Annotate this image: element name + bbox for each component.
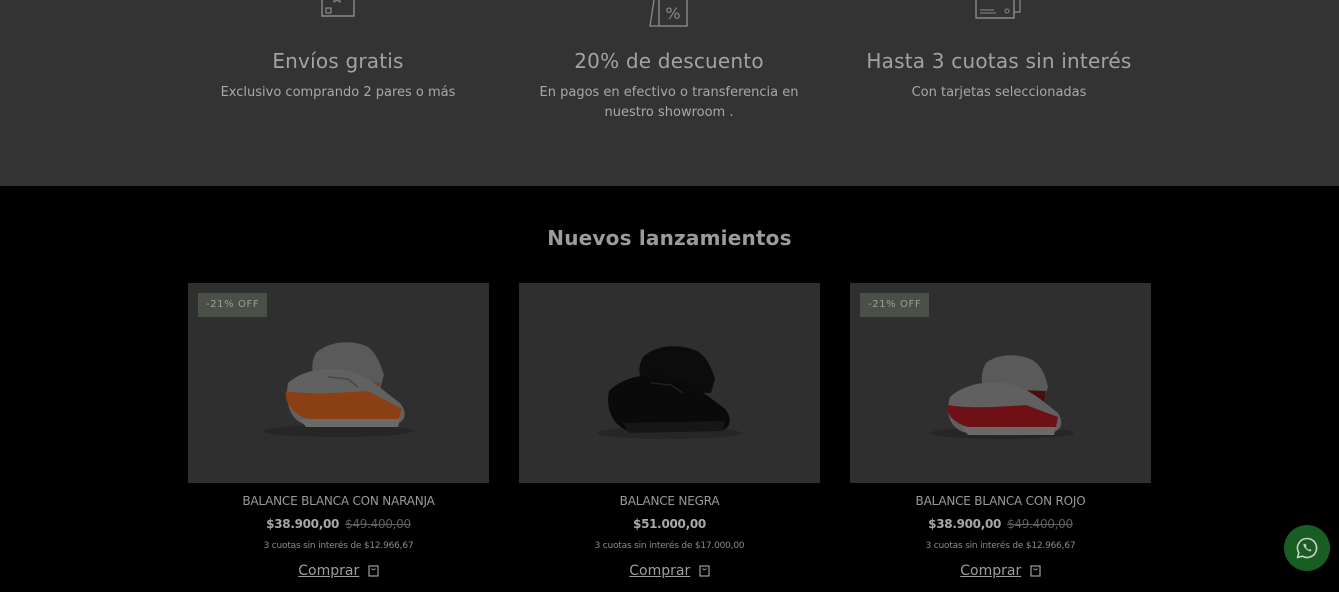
shopping-bag-icon: [699, 564, 710, 581]
product-image[interactable]: -21% OFF: [850, 283, 1151, 483]
shipping-box-icon: [320, 0, 356, 26]
benefits-section: Envíos gratis Exclusivo comprando 2 pare…: [0, 0, 1339, 186]
benefit-description: En pagos en efectivo o transferencia en …: [539, 85, 799, 120]
product-card[interactable]: -21% OFF BALANCE BLANCA CON NARANJA $38.…: [188, 283, 489, 579]
benefit-description: Con tarjetas seleccionadas: [911, 85, 1087, 100]
shopping-bag-icon: [1030, 564, 1041, 581]
buy-button-label[interactable]: Comprar: [629, 563, 690, 579]
discount-tag-icon: %: [648, 0, 690, 34]
buy-button-label[interactable]: Comprar: [960, 563, 1021, 579]
product-old-price: $49.400,00: [345, 517, 411, 531]
product-installments: 3 cuotas sin interés de $12.966,67: [925, 541, 1076, 551]
product-installments: 3 cuotas sin interés de $17.000,00: [594, 541, 745, 551]
product-installments: 3 cuotas sin interés de $12.966,67: [263, 541, 414, 551]
product-prices: $51.000,00: [519, 517, 820, 531]
buy-button-label[interactable]: Comprar: [298, 563, 359, 579]
product-prices: $38.900,00 $49.400,00: [188, 517, 489, 531]
svg-text:%: %: [665, 4, 680, 23]
product-image[interactable]: -21% OFF: [188, 283, 489, 483]
product-name[interactable]: BALANCE BLANCA CON ROJO: [850, 494, 1151, 508]
whatsapp-button[interactable]: [1284, 525, 1330, 571]
product-price: $38.900,00: [928, 517, 1002, 531]
new-releases-section: Nuevos lanzamientos -21% OFF BALANCE BLA…: [0, 186, 1339, 592]
product-card[interactable]: BALANCE NEGRA $51.000,00 3 cuotas sin in…: [519, 283, 820, 579]
product-name[interactable]: BALANCE NEGRA: [519, 494, 820, 508]
product-prices: $38.900,00 $49.400,00: [850, 517, 1151, 531]
product-old-price: $49.400,00: [1007, 517, 1073, 531]
credit-card-icon: [974, 0, 1024, 26]
shopping-bag-icon: [368, 564, 379, 581]
buy-button[interactable]: Comprar: [188, 563, 489, 581]
product-name[interactable]: BALANCE BLANCA CON NARANJA: [188, 494, 489, 508]
product-card[interactable]: -21% OFF BALANCE BLANCA CON ROJO $38.900…: [850, 283, 1151, 579]
product-price: $38.900,00: [266, 517, 340, 531]
buy-button[interactable]: Comprar: [519, 563, 820, 581]
section-title: Nuevos lanzamientos: [547, 226, 792, 250]
benefit-title: 20% de descuento: [574, 49, 764, 73]
discount-badge: -21% OFF: [198, 293, 268, 317]
benefit-description: Exclusivo comprando 2 pares o más: [220, 85, 456, 100]
benefit-title: Hasta 3 cuotas sin interés: [866, 49, 1132, 73]
product-image[interactable]: [519, 283, 820, 483]
discount-badge: -21% OFF: [860, 293, 930, 317]
benefit-title: Envíos gratis: [272, 49, 404, 73]
product-price: $51.000,00: [633, 517, 706, 531]
buy-button[interactable]: Comprar: [850, 563, 1151, 581]
